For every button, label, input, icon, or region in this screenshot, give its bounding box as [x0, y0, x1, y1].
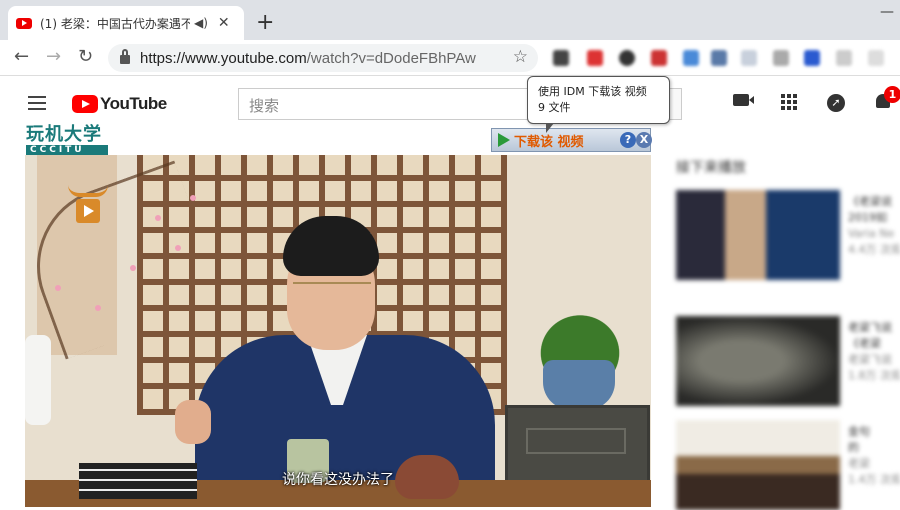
video-meta: 金句 的 老梁 1.4万 次观看 [848, 424, 900, 488]
window-minimize-button[interactable]: — [880, 4, 894, 20]
extension-icon[interactable] [553, 50, 569, 66]
view-count: 4.4万 次观看 [848, 243, 900, 256]
view-count: 1.8万 次观看 [848, 369, 900, 382]
video-thumbnail[interactable] [676, 316, 840, 406]
youtube-logo-text: YouTube [100, 94, 167, 113]
new-tab-button[interactable]: + [256, 10, 274, 35]
youtube-favicon-icon [16, 17, 32, 29]
tooltip-line-1: 使用 IDM 下载该 视频 [538, 85, 647, 98]
extension-icon[interactable] [868, 50, 884, 66]
idm-download-bar[interactable]: 下载该 视频 ? X [491, 128, 652, 152]
menu-icon[interactable] [28, 96, 46, 110]
forward-arrow-icon[interactable]: → [46, 46, 61, 67]
close-icon[interactable]: X [636, 132, 652, 148]
extension-icon[interactable] [741, 50, 757, 66]
video-subtitle: 说你看这没办法了 [282, 472, 394, 488]
url-text: https://www.youtube.com/watch?v=dDodeFBh… [140, 50, 476, 67]
channel-name[interactable]: Varia Ne [848, 226, 900, 242]
tab-title: (1) 老梁：中国古代办案遇不 [40, 16, 190, 31]
watermark-title: 玩机大学 [26, 124, 102, 145]
help-icon[interactable]: ? [620, 132, 636, 148]
download-arrow-icon [498, 133, 510, 147]
video-title-line2[interactable]: 《老梁 [848, 336, 900, 352]
messages-button[interactable]: ➚ [827, 94, 845, 112]
video-meta: 《老梁说 2019如 Varia Ne 4.4万 次观看 [848, 194, 900, 258]
video-title[interactable]: 老梁飞说 [848, 320, 900, 336]
channel-logo-icon [63, 185, 113, 227]
video-meta: 老梁飞说 《老梁 老梁飞说 1.8万 次观看 [848, 320, 900, 384]
video-title-line2[interactable]: 2019如 [848, 210, 900, 226]
recommended-video[interactable]: 金句 的 老梁 1.4万 次观看 [676, 420, 900, 510]
video-title[interactable]: 《老梁说 [848, 194, 900, 210]
extension-icon[interactable] [619, 50, 635, 66]
recommended-video[interactable]: 老梁飞说 《老梁 老梁飞说 1.8万 次观看 [676, 316, 900, 406]
lock-icon[interactable] [120, 49, 130, 64]
extension-icon[interactable] [773, 50, 789, 66]
channel-name[interactable]: 老梁飞说 [848, 352, 900, 368]
blossom [175, 245, 181, 251]
idm-download-button[interactable]: 下载该 视频 [514, 131, 584, 150]
video-title-line2[interactable]: 的 [848, 440, 900, 456]
bookmark-star-icon[interactable]: ☆ [513, 47, 528, 67]
channel-name[interactable]: 老梁 [848, 456, 900, 472]
browser-toolbar: ← → ↻ https://www.youtube.com/watch?v=dD… [0, 40, 900, 76]
blossom [155, 215, 161, 221]
video-thumbnail[interactable] [676, 190, 840, 280]
blossom [55, 285, 61, 291]
youtube-logo[interactable]: YouTube [72, 94, 167, 114]
tooltip-line-2: 9 文件 [538, 101, 571, 114]
plant-pot [543, 360, 615, 410]
site-watermark: 玩机大学 CCCITU [26, 126, 108, 155]
blossom [130, 265, 136, 271]
recommended-video[interactable]: 《老梁说 2019如 Varia Ne 4.4万 次观看 [676, 190, 900, 280]
notification-badge: 1 [884, 86, 900, 103]
video-player[interactable]: 说你看这没办法了 [25, 155, 651, 507]
extension-icon[interactable] [587, 50, 603, 66]
url-host: https://www.youtube.com [140, 49, 307, 67]
video-title[interactable]: 金句 [848, 424, 900, 440]
apps-grid-icon [781, 94, 797, 110]
vase [25, 335, 51, 425]
view-count: 1.4万 次观看 [848, 473, 900, 486]
tab-close-icon[interactable]: ✕ [218, 15, 230, 31]
video-thumbnail[interactable] [676, 420, 840, 510]
blossom [190, 195, 196, 201]
up-next-heading: 接下来播放 [676, 160, 746, 176]
url-path: /watch?v=dDodeFBhPAw [306, 49, 476, 67]
speaker-icon[interactable]: ◀) [194, 16, 208, 30]
browser-tab-youtube[interactable]: (1) 老梁：中国古代办案遇不 ◀) ✕ [8, 6, 244, 40]
back-arrow-icon[interactable]: ← [14, 46, 29, 67]
video-camera-icon [733, 94, 754, 106]
reload-icon[interactable]: ↻ [78, 46, 93, 67]
create-video-button[interactable] [733, 94, 754, 106]
extension-icon[interactable] [711, 50, 727, 66]
address-bar[interactable]: https://www.youtube.com/watch?v=dDodeFBh… [108, 44, 538, 72]
extension-icon[interactable] [683, 50, 699, 66]
watermark-subtitle: CCCITU [26, 145, 108, 155]
youtube-header: YouTube 搜索 🔍 ➚ 1 [0, 76, 900, 132]
youtube-play-logo-icon [72, 95, 98, 113]
extension-icon[interactable] [836, 50, 852, 66]
share-icon: ➚ [827, 94, 845, 112]
blossom [95, 305, 101, 311]
idm-tooltip: 使用 IDM 下载该 视频 9 文件 [527, 76, 670, 133]
browser-tab-strip: (1) 老梁：中国古代办案遇不 ◀) ✕ + — [0, 0, 900, 40]
extension-icon[interactable] [804, 50, 820, 66]
extension-icon[interactable] [651, 50, 667, 66]
apps-button[interactable] [781, 94, 797, 110]
